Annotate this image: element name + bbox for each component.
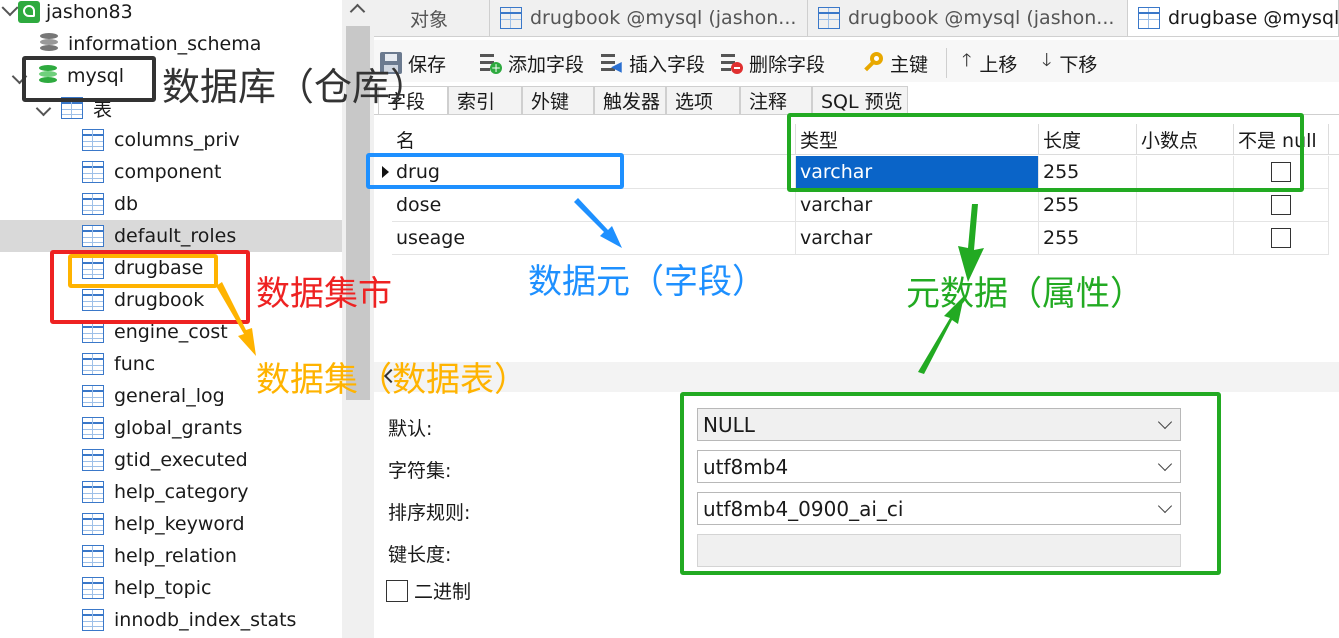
- arrow-metadata-up-icon: [958, 204, 984, 282]
- arrow-metadata-down-icon: [918, 296, 964, 374]
- arrow-element-icon: [574, 198, 622, 248]
- annotation-arrows: [216, 198, 984, 374]
- arrow-dataset-icon: [216, 282, 256, 356]
